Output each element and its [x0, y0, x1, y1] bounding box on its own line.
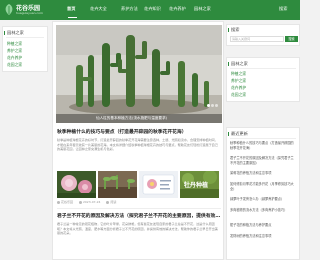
- nav-item-garden-home[interactable]: 园林之家: [194, 6, 211, 12]
- search-input[interactable]: 请输入关键词: [230, 36, 284, 42]
- carousel-dot[interactable]: [215, 104, 218, 107]
- hero-carousel[interactable]: 仙人柱的基本种植方法(浇水施肥与温度要求): [56, 25, 222, 123]
- hero-caption-text[interactable]: 仙人柱的基本种植方法(浇水施肥与温度要求): [96, 116, 167, 121]
- left-sidebar: 园林之家 种植之家 养护之家 花卉养护 花园之家: [0, 21, 50, 260]
- hero-caption-bar: 仙人柱的基本种植方法(浇水施肥与温度要求): [56, 114, 222, 123]
- article-title[interactable]: 君子兰不开花的原因及解决方法（探究君子兰不开花的主要原因，提供有效的解决...: [57, 212, 221, 219]
- user-icon: [57, 200, 60, 204]
- recent-post-link[interactable]: 君子兰不开花的原因及解决方法（探究君子兰不开花的主要原因）: [230, 156, 296, 165]
- thumbnail-overlay-text: 牡丹种植: [184, 182, 209, 189]
- leaf-logo-icon: [5, 4, 13, 15]
- sidebar-link-flower-care[interactable]: 花卉养护: [231, 85, 246, 91]
- recent-post-link[interactable]: 绿萝叶子发黄怎么办（绿萝养护要点）: [230, 197, 296, 202]
- site-subtitle: huaguleyuan.com: [16, 11, 43, 15]
- main-content: 仙人柱的基本种植方法(浇水施肥与温度要求) 秋季种植什么的技巧与要点（打造最开辟…: [52, 21, 224, 260]
- site-logo[interactable]: 花谷乐园 huaguleyuan.com: [4, 2, 60, 18]
- recent-post-link[interactable]: 茉莉花的养殖方法和注意事项: [230, 171, 296, 176]
- article-divider: [57, 208, 221, 209]
- category-link-care[interactable]: 养护之家: [7, 48, 22, 54]
- nav-item-search[interactable]: 搜索: [279, 6, 287, 12]
- category-link-garden[interactable]: 花园之家: [7, 62, 22, 68]
- search-button[interactable]: 搜索: [285, 36, 298, 42]
- recent-post-link[interactable]: 发财树的养殖方法和注意事项: [230, 234, 296, 239]
- nav-item-flower-encyclopedia[interactable]: 花卉大全: [90, 6, 107, 12]
- article-thumbnail[interactable]: 牡丹种植: [180, 171, 219, 198]
- recent-posts-heading: 最近更新: [228, 131, 248, 136]
- nav-item-flower-knowledge[interactable]: 花卉知识: [144, 6, 161, 12]
- panel-divider: [230, 68, 296, 69]
- seedling-photo: [98, 171, 137, 198]
- article-title[interactable]: 秋季种植什么的技巧与要点（打造最开辟园的秋季花开花海）: [57, 128, 187, 135]
- search-panel: 搜索 请输入关键词 搜索: [226, 24, 300, 46]
- panel-divider: [6, 37, 44, 38]
- sidebar-link-planting[interactable]: 种植之家: [231, 71, 246, 77]
- top-navigation-bar: 花谷乐园 huaguleyuan.com 首页 花卉大全 养护方法 花卉知识 花…: [0, 0, 300, 20]
- active-nav-indicator: [68, 17, 77, 18]
- peony-photo: [57, 171, 96, 198]
- recent-post-link[interactable]: 栀子花的种植方法与养护要点: [230, 223, 296, 228]
- nav-item-flower-care[interactable]: 花卉养护: [169, 6, 186, 12]
- nav-item-home[interactable]: 首页: [67, 6, 75, 12]
- category-panel: 园林之家 种植之家 养护之家 花卉养护 花园之家: [2, 26, 48, 72]
- right-sidebar: 搜索 请输入关键词 搜索 园林之家 种植之家 养护之家 花卉养护 花园之家 最近…: [226, 21, 300, 260]
- article-thumbnail[interactable]: [139, 171, 178, 198]
- recent-posts-panel: 最近更新 秋季种植什么的技巧与要点（打造最开辟园的秋季花开花海） 君子兰不开花的…: [226, 127, 300, 260]
- flower-card-photo: [139, 171, 178, 198]
- category-link-flower-care[interactable]: 花卉养护: [7, 55, 22, 61]
- cactus-photo: [56, 25, 222, 123]
- search-panel-heading: 搜索: [227, 27, 240, 32]
- category-panel-heading: 园林之家: [4, 30, 24, 35]
- article-excerpt: 秋季是种植球根花卉的好时节，打造最开辟园的秋季花开花海需要注意选种、土壤、光照和…: [57, 138, 218, 152]
- recent-post-link[interactable]: 如何修剪月季花才能多开花（月季修剪技巧大全）: [230, 182, 296, 191]
- category-link-planting[interactable]: 种植之家: [7, 41, 22, 47]
- recent-post-link[interactable]: 多肉植物的浇水方法（多肉养护小技巧）: [230, 208, 296, 213]
- article-thumbnail[interactable]: [57, 171, 96, 198]
- article-views: 阅读: [106, 200, 116, 204]
- eye-icon: [106, 200, 110, 204]
- article-thumbnail[interactable]: [98, 171, 137, 198]
- article-author: 花谷乐园: [57, 200, 73, 204]
- links-panel-heading: 园林之家: [228, 61, 248, 66]
- article-meta: 花谷乐园 2023-07-24 阅读: [57, 200, 121, 206]
- panel-divider: [230, 138, 296, 139]
- sidebar-link-garden[interactable]: 花园之家: [231, 92, 246, 98]
- carousel-dot[interactable]: [211, 104, 214, 107]
- clock-icon: [78, 200, 82, 204]
- nav-item-care-methods[interactable]: 养护方法: [121, 6, 138, 12]
- recent-post-link[interactable]: 秋季种植什么的技巧与要点（打造最开辟园的秋季花开花海）: [230, 141, 296, 150]
- article-excerpt: 君子兰是一种常见的观花植物，它的叶片翠绿，花朵鲜艳，但有些花友发现自家的君子兰总…: [57, 222, 218, 236]
- sidebar-link-care[interactable]: 养护之家: [231, 78, 246, 84]
- carousel-dots: [206, 92, 218, 111]
- carousel-dot[interactable]: [207, 104, 210, 107]
- article-date: 2023-07-24: [78, 200, 100, 204]
- links-panel: 园林之家 种植之家 养护之家 花卉养护 花园之家: [226, 57, 300, 102]
